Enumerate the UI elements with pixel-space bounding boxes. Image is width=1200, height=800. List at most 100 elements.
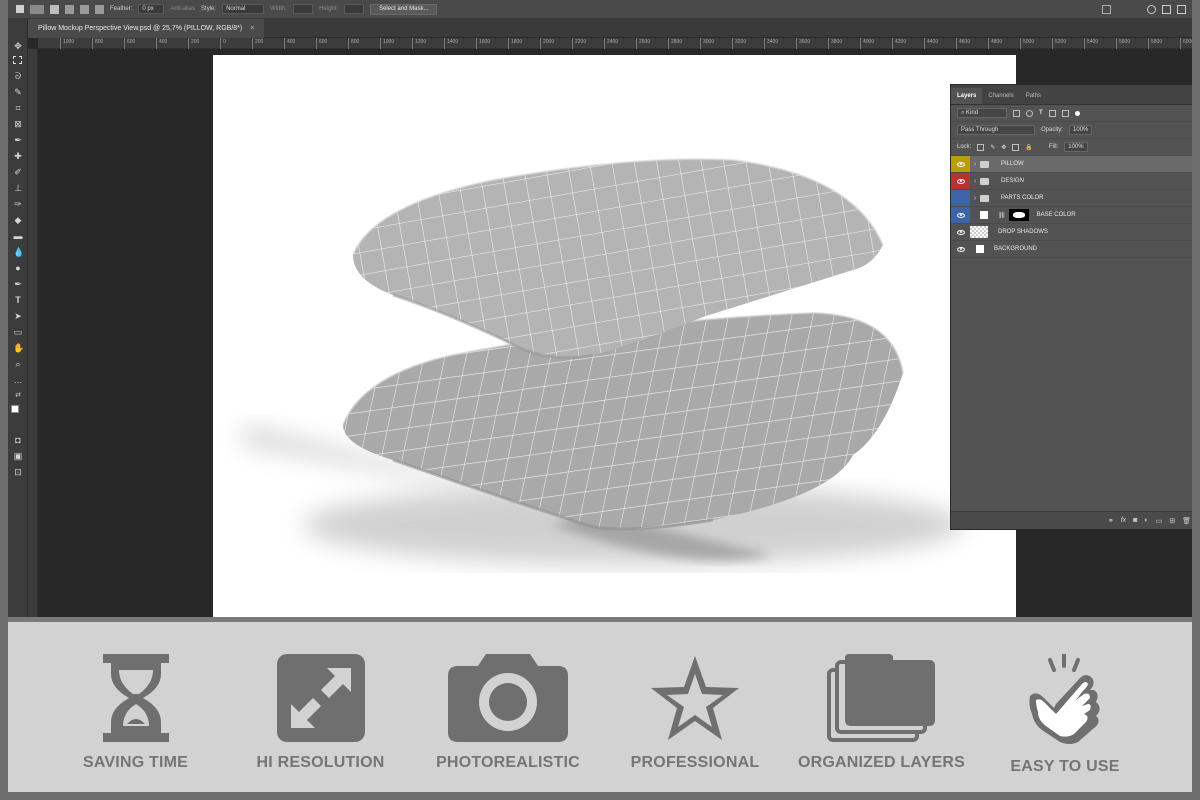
vertical-ruler[interactable] xyxy=(28,49,38,617)
adjustment-icon[interactable]: ◐ xyxy=(1144,517,1148,524)
lock-position-icon[interactable]: ✥ xyxy=(1001,144,1006,151)
screen-mode-icon[interactable]: ▣ xyxy=(13,451,23,461)
hand-tool-icon[interactable]: ✋ xyxy=(13,343,24,353)
layer-visibility-toggle[interactable] xyxy=(951,207,970,223)
foreground-color-swatch[interactable] xyxy=(11,405,19,413)
layer-visibility-toggle[interactable] xyxy=(951,156,970,172)
ruler-tick: 3200 xyxy=(732,38,746,49)
gradient-tool-icon[interactable]: ▬ xyxy=(13,231,23,241)
marquee-tool-icon[interactable] xyxy=(13,56,22,64)
feather-input[interactable]: 0 px xyxy=(138,4,165,14)
layer-mask-thumbnail[interactable] xyxy=(1008,209,1029,221)
ruler-tick: 1000 xyxy=(380,38,394,49)
new-selection-icon[interactable] xyxy=(50,4,59,14)
shape-tool-icon[interactable]: ▭ xyxy=(13,327,23,337)
blend-mode-select[interactable]: Pass Through xyxy=(957,125,1035,135)
crop-tool-icon[interactable]: ⌗ xyxy=(13,103,23,113)
dodge-tool-icon[interactable]: ● xyxy=(13,263,23,273)
type-tool-icon[interactable]: T xyxy=(13,295,23,305)
stacked-layers-icon xyxy=(826,654,935,742)
close-tab-icon[interactable]: × xyxy=(250,19,254,38)
artboard-icon[interactable]: ⊡ xyxy=(13,467,23,477)
filter-shape-icon[interactable] xyxy=(1048,109,1056,117)
layer-visibility-toggle[interactable] xyxy=(951,224,970,240)
layer-visibility-toggle[interactable] xyxy=(951,241,970,257)
lasso-tool-icon[interactable]: ᘐ xyxy=(13,71,23,81)
chain-link-icon[interactable]: ⛓ xyxy=(998,212,1006,219)
history-brush-tool-icon[interactable]: ✑ xyxy=(13,199,23,209)
more-tools-icon[interactable]: … xyxy=(13,375,23,385)
layer-visibility-toggle[interactable] xyxy=(951,173,970,189)
height-input[interactable] xyxy=(344,4,365,14)
filter-kind-select[interactable]: ⌕ Kind xyxy=(957,108,1007,118)
layer-row[interactable]: BACKGROUND xyxy=(951,241,1192,258)
eraser-tool-icon[interactable]: ◆ xyxy=(13,215,23,225)
healing-tool-icon[interactable]: ✚ xyxy=(13,151,23,161)
share-export-icon[interactable] xyxy=(1177,4,1186,14)
new-layer-icon[interactable]: ⊞ xyxy=(1169,517,1175,525)
layer-row[interactable]: › DESIGN xyxy=(951,173,1192,190)
share-icon[interactable] xyxy=(1102,4,1111,14)
opacity-input[interactable]: 100% xyxy=(1069,125,1093,135)
link-icon[interactable]: ⚭ xyxy=(1108,517,1114,525)
filter-type-icon[interactable]: T xyxy=(1039,110,1043,116)
ruler-tick: 5800 xyxy=(1148,38,1162,49)
workspace-icon[interactable] xyxy=(1162,4,1171,14)
intersect-selection-icon[interactable] xyxy=(95,4,104,14)
stamp-tool-icon[interactable]: ⊥ xyxy=(13,183,23,193)
search-icon[interactable] xyxy=(1147,4,1156,14)
layer-visibility-toggle[interactable] xyxy=(951,190,970,206)
quick-mask-icon[interactable]: ◘ xyxy=(13,435,23,445)
quick-select-tool-icon[interactable]: ✎ xyxy=(13,87,23,97)
filter-adjustment-icon[interactable] xyxy=(1026,109,1033,117)
eyedropper-tool-icon[interactable]: ✒ xyxy=(13,135,23,145)
filter-smart-object-icon[interactable] xyxy=(1061,109,1069,117)
expand-chevron-icon[interactable]: › xyxy=(970,178,980,185)
layer-row[interactable]: DROP SHADOWS xyxy=(951,224,1192,241)
layer-row[interactable]: › PARTS COLOR xyxy=(951,190,1192,207)
select-and-mask-button[interactable]: Select and Mask... xyxy=(370,3,438,15)
expand-chevron-icon[interactable]: › xyxy=(970,161,980,168)
width-input[interactable] xyxy=(293,4,314,14)
frame-tool-icon[interactable]: ⊠ xyxy=(13,119,23,129)
lock-artboard-icon[interactable] xyxy=(1012,143,1020,151)
filter-toggle-icon[interactable] xyxy=(1074,110,1080,116)
eye-icon xyxy=(956,212,965,218)
marquee-preset-icon[interactable] xyxy=(30,4,44,14)
swap-colors-icon[interactable]: ⇄ xyxy=(13,391,23,401)
brush-tool-icon[interactable]: ✐ xyxy=(13,167,23,177)
filter-pixel-icon[interactable] xyxy=(1013,109,1020,117)
pen-tool-icon[interactable]: ✒ xyxy=(13,279,23,289)
anti-alias-checkbox[interactable]: Anti-alias xyxy=(170,6,195,12)
ruler-tick-label: 3000 xyxy=(703,39,715,45)
trash-icon[interactable]: 🗑 xyxy=(1182,517,1191,525)
layer-row[interactable]: › PILLOW xyxy=(951,156,1192,173)
blur-tool-icon[interactable]: 💧 xyxy=(13,247,24,257)
document-tab[interactable]: Pillow Mockup Perspective View.psd @ 25,… xyxy=(28,19,265,38)
path-select-tool-icon[interactable]: ➤ xyxy=(13,311,23,321)
document-canvas[interactable] xyxy=(213,55,1016,617)
tab-layers[interactable]: Layers xyxy=(951,88,983,104)
horizontal-ruler[interactable]: 1000 800 600 400 200 0 200 400 600 800 1000 1200 140… xyxy=(38,38,1192,49)
lock-transparent-icon[interactable] xyxy=(977,143,985,151)
move-tool-icon[interactable]: ✥ xyxy=(13,41,23,51)
layer-row[interactable]: ⛓ BASE COLOR xyxy=(951,207,1192,224)
ruler-tick-label: 1000 xyxy=(383,39,395,45)
zoom-tool-icon[interactable]: ⌕ xyxy=(13,359,23,369)
expand-chevron-icon[interactable]: › xyxy=(970,195,980,202)
style-select[interactable]: Normal xyxy=(222,4,265,14)
lock-pixels-icon[interactable]: ✎ xyxy=(990,144,995,151)
tab-paths[interactable]: Paths xyxy=(1020,88,1047,104)
layer-name: BACKGROUND xyxy=(994,246,1038,252)
tab-channels[interactable]: Channels xyxy=(982,88,1019,104)
layer-thumbnail xyxy=(970,226,988,238)
folder-icon[interactable]: ▭ xyxy=(1156,517,1163,525)
home-icon[interactable] xyxy=(16,5,24,13)
subtract-selection-icon[interactable] xyxy=(80,4,89,14)
fx-icon[interactable]: fx xyxy=(1121,517,1126,524)
lock-all-icon[interactable]: 🔒 xyxy=(1025,144,1032,151)
add-selection-icon[interactable] xyxy=(65,4,74,14)
ruler-tick-label: 400 xyxy=(287,39,296,45)
fill-input[interactable]: 100% xyxy=(1064,142,1088,152)
mask-icon[interactable]: ◙ xyxy=(1133,517,1137,524)
